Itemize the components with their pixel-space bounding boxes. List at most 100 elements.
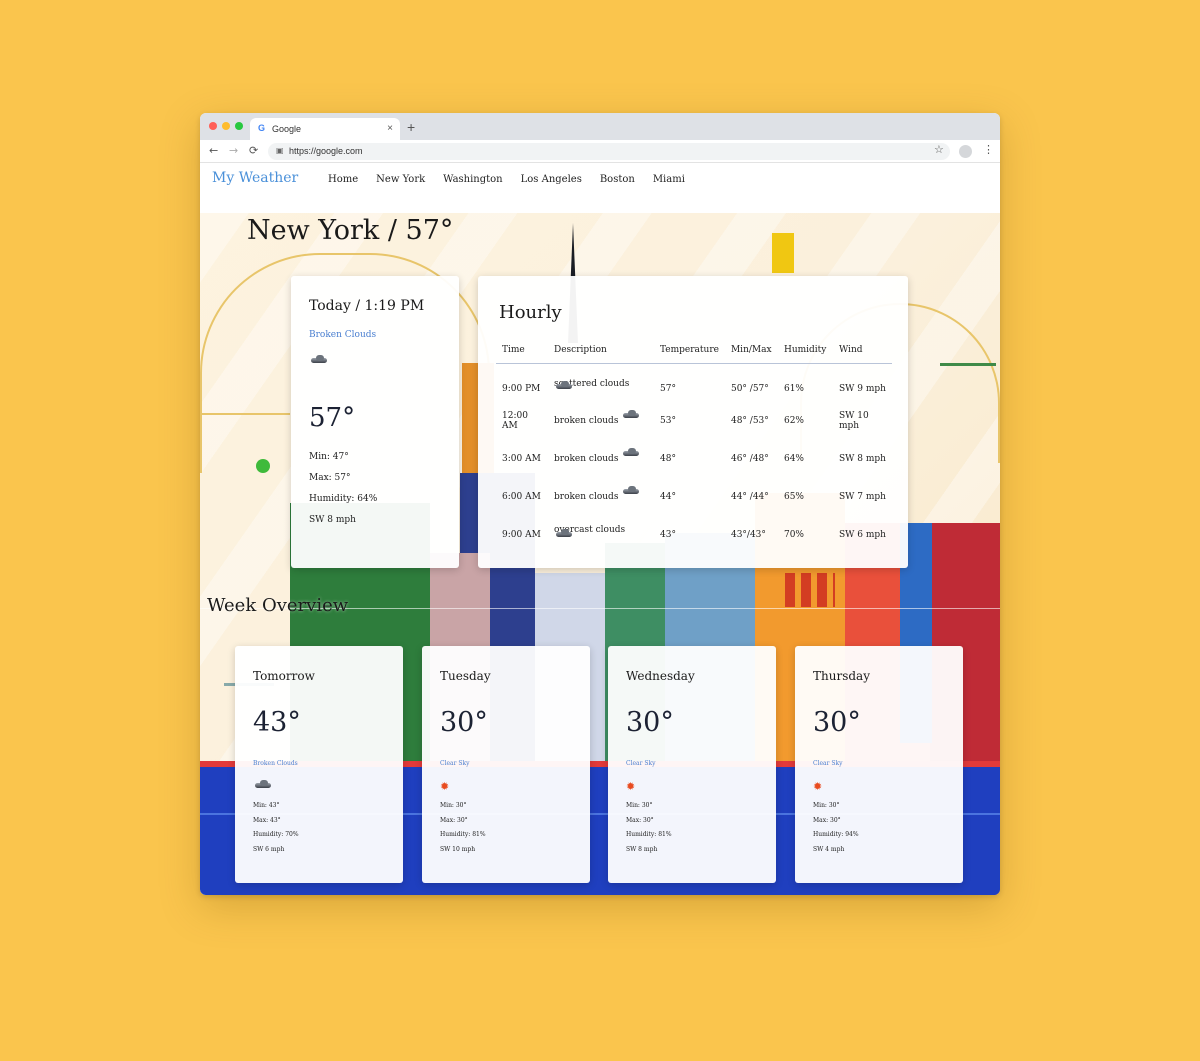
forecast-description: Broken Clouds [253, 760, 298, 767]
url-text: https://google.com [289, 146, 363, 156]
row-humidity: 65% [783, 491, 804, 502]
nav-link-boston[interactable]: Boston [600, 174, 635, 185]
forecast-humidity: Humidity: 70% [253, 831, 299, 838]
row-description: scattered clouds [554, 378, 630, 389]
forecast-day: Tomorrow [253, 669, 315, 683]
tab-bar: G Google × + [200, 113, 1000, 140]
forecast-temp: 43° [253, 707, 301, 738]
browser-menu-icon[interactable]: ⋮ [983, 143, 994, 156]
row-temp: 53° [660, 415, 676, 426]
row-time: 3:00 AM [502, 453, 541, 464]
nav-link-los-angeles[interactable]: Los Angeles [521, 174, 582, 185]
table-row: 9:00 AM overcast clouds 43° 43°/43° 70% … [496, 516, 892, 554]
row-temp: 57° [660, 383, 676, 394]
sun-icon: ✹ [626, 780, 636, 793]
forecast-max: Max: 43° [253, 816, 281, 824]
broken-clouds-icon [621, 485, 641, 496]
url-field[interactable]: ▣ https://google.com [268, 143, 950, 160]
profile-avatar[interactable] [959, 145, 972, 158]
forecast-description: Clear Sky [626, 760, 656, 767]
forecast-max: Max: 30° [626, 816, 654, 824]
close-window-button[interactable] [209, 122, 217, 130]
nav-link-miami[interactable]: Miami [653, 174, 685, 185]
today-max: Max: 57° [309, 473, 351, 483]
row-minmax: 48° /53° [730, 415, 769, 426]
col-temperature: Temperature [654, 341, 725, 364]
tab-close-icon[interactable]: × [387, 123, 393, 134]
minimize-window-button[interactable] [222, 122, 230, 130]
row-minmax: 46° /48° [730, 453, 769, 464]
forecast-description: Clear Sky [440, 760, 470, 767]
col-time: Time [496, 341, 548, 364]
nav-link-new-york[interactable]: New York [376, 174, 425, 185]
forecast-max: Max: 30° [813, 816, 841, 824]
forecast-min: Min: 30° [813, 802, 840, 809]
forecast-wind: SW 6 mph [253, 845, 285, 853]
hourly-table: Time Description Temperature Min/Max Hum… [496, 341, 892, 554]
forecast-temp: 30° [440, 707, 488, 738]
row-wind: SW 6 mph [838, 529, 886, 540]
forecast-description: Clear Sky [813, 760, 843, 767]
site-navbar: My Weather Home New York Washington Los … [200, 163, 1000, 213]
address-bar: ← → ⟳ ▣ https://google.com ☆ ⋮ [200, 140, 1000, 163]
browser-tab[interactable]: G Google × [250, 118, 400, 140]
row-humidity: 70% [783, 529, 804, 540]
table-row: 12:00 AM broken clouds 53° 48° /53° 62% … [496, 402, 892, 440]
row-description: broken clouds [548, 402, 654, 440]
row-description: broken clouds [548, 478, 654, 516]
broken-clouds-icon [621, 409, 641, 420]
row-time: 9:00 PM [502, 383, 541, 394]
hourly-header-row: Time Description Temperature Min/Max Hum… [496, 341, 892, 364]
nav-link-washington[interactable]: Washington [443, 174, 502, 185]
reload-icon[interactable]: ⟳ [249, 144, 258, 157]
maximize-window-button[interactable] [235, 122, 243, 130]
forecast-card-thursday: Thursday 30° Clear Sky ✹ Min: 30° Max: 3… [795, 646, 963, 883]
broken-clouds-icon [309, 350, 441, 369]
weather-page: My Weather Home New York Washington Los … [200, 163, 1000, 895]
broken-clouds-icon [621, 447, 641, 458]
forecast-min: Min: 30° [440, 802, 467, 809]
today-card: Today / 1:19 PM Broken Clouds 57° Min: 4… [291, 276, 459, 568]
week-overview-title: Week Overview [207, 595, 349, 616]
forecast-min: Min: 30° [626, 802, 653, 809]
back-icon[interactable]: ← [209, 144, 218, 157]
overcast-clouds-icon [554, 528, 574, 539]
brand-logo[interactable]: My Weather [212, 170, 298, 186]
table-row: 6:00 AM broken clouds 44° 44° /44° 65% S… [496, 478, 892, 516]
row-wind: SW 9 mph [838, 383, 886, 394]
row-time: 9:00 AM [502, 529, 541, 540]
forecast-day: Wednesday [626, 669, 695, 683]
row-humidity: 62% [783, 415, 804, 426]
google-favicon-icon: G [258, 123, 266, 133]
hourly-card: Hourly Time Description Temperature Min/… [478, 276, 908, 568]
table-row: 9:00 PM scattered clouds 57° 50° /57° 61… [496, 364, 892, 402]
forecast-wind: SW 8 mph [626, 845, 658, 853]
forecast-humidity: Humidity: 81% [440, 831, 486, 838]
bookmark-star-icon[interactable]: ☆ [934, 143, 944, 156]
forecast-max: Max: 30° [440, 816, 468, 824]
today-description: Broken Clouds [309, 330, 377, 340]
forecast-humidity: Humidity: 81% [626, 831, 672, 838]
nav-link-home[interactable]: Home [328, 174, 358, 185]
today-temperature: 57° [309, 403, 356, 433]
lock-icon: ▣ [276, 146, 284, 155]
forecast-wind: SW 4 mph [813, 845, 845, 853]
row-time: 6:00 AM [502, 491, 541, 502]
col-minmax: Min/Max [724, 341, 778, 364]
new-tab-button[interactable]: + [407, 119, 415, 135]
browser-window: G Google × + ← → ⟳ ▣ https://google.com … [200, 113, 1000, 895]
today-details: Min: 47° Max: 57° Humidity: 64% SW 8 mph [309, 447, 441, 531]
row-description: broken clouds [548, 440, 654, 478]
table-row: 3:00 AM broken clouds 48° 46° /48° 64% S… [496, 440, 892, 478]
row-minmax: 50° /57° [730, 383, 769, 394]
col-wind: Wind [832, 341, 892, 364]
col-description: Description [548, 341, 654, 364]
forecast-card-tomorrow: Tomorrow 43° Broken Clouds Min: 43° Max:… [235, 646, 403, 883]
row-description: overcast clouds [548, 516, 654, 554]
row-temp: 43° [660, 529, 676, 540]
forecast-details: Min: 30° Max: 30° Humidity: 81% SW 8 mph [626, 799, 758, 857]
forward-icon[interactable]: → [229, 144, 238, 157]
today-humidity: Humidity: 64% [309, 494, 378, 504]
today-wind: SW 8 mph [309, 515, 356, 525]
row-humidity: 64% [783, 453, 804, 464]
